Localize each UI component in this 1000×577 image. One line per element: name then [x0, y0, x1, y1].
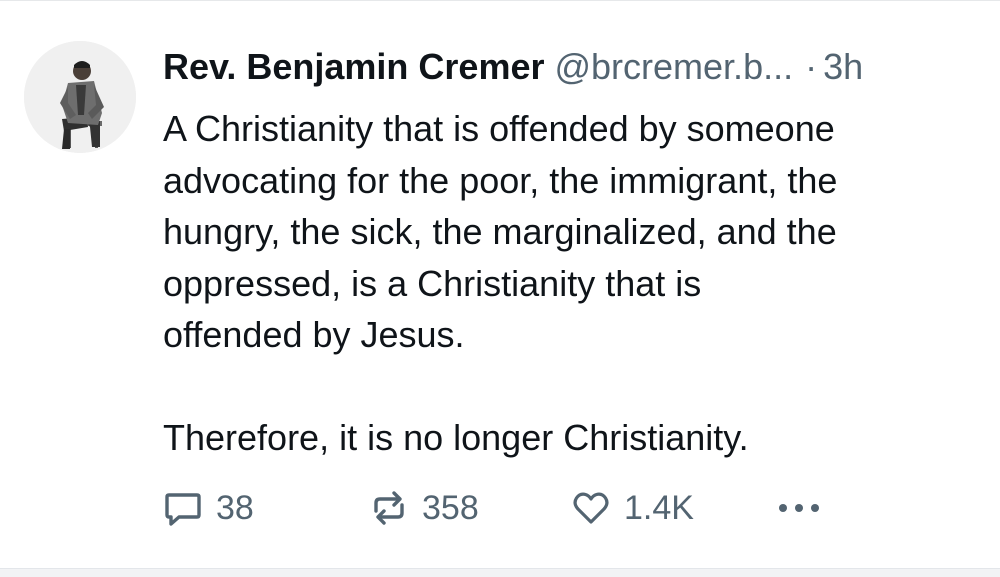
- like-count: 1.4K: [624, 488, 694, 527]
- speech-bubble-icon: [165, 493, 201, 526]
- action-bar: 38 358 1.4K: [162, 487, 862, 529]
- post-card[interactable]: Rev. Benjamin Cremer @brcremer.b... · 3h A …: [0, 0, 1000, 577]
- post-timestamp[interactable]: 3h: [823, 46, 863, 87]
- repost-button[interactable]: 358: [368, 487, 479, 529]
- repost-arrows-icon: [374, 491, 404, 525]
- like-button[interactable]: 1.4K: [570, 487, 694, 529]
- author-name[interactable]: Rev. Benjamin Cremer: [163, 46, 544, 87]
- post-header: Rev. Benjamin Cremer @brcremer.b... · 3h: [163, 45, 863, 89]
- reply-button[interactable]: 38: [162, 487, 254, 529]
- post-paragraph: Therefore, it is no longer Christianity.: [163, 417, 749, 458]
- ellipsis-icon: [779, 504, 819, 512]
- separator-dot: ·: [805, 46, 818, 87]
- repost-count: 358: [422, 488, 479, 527]
- avatar[interactable]: [24, 41, 136, 153]
- author-handle[interactable]: @brcremer.b...: [554, 46, 793, 87]
- reply-count: 38: [216, 488, 254, 527]
- more-options-button[interactable]: [774, 487, 824, 529]
- heart-outline-icon: [573, 492, 609, 524]
- avatar-photo: [24, 41, 136, 153]
- divider: [0, 568, 1000, 577]
- post-paragraph: A Christianity that is offended by someo…: [163, 108, 838, 355]
- post-text: A Christianity that is offended by someo…: [163, 103, 983, 464]
